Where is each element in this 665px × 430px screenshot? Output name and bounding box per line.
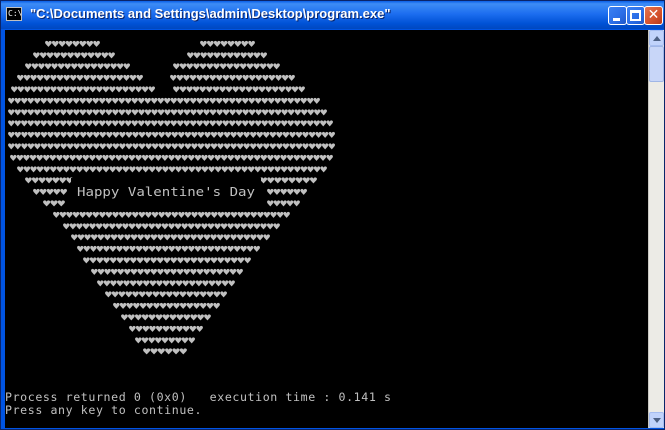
heart-row: ♥♥♥♥♥♥♥♥♥♥♥♥♥♥♥♥♥♥♥♥♥♥♥♥♥♥♥♥♥♥♥♥♥♥♥♥♥♥♥♥… <box>17 165 327 176</box>
heart-row: ♥♥♥♥♥♥♥♥♥♥♥♥♥♥♥♥♥♥ <box>105 290 227 301</box>
heart-row: ♥♥♥♥♥♥♥♥♥♥♥♥♥♥♥♥♥♥♥♥♥♥♥♥♥♥♥♥♥♥♥♥♥♥♥♥♥♥♥♥… <box>8 131 335 142</box>
heart-row: ♥♥♥♥♥♥♥♥♥♥♥♥♥♥♥♥♥♥♥♥♥♥♥♥♥♥♥♥♥♥♥♥♥♥♥♥♥♥♥♥… <box>8 119 333 130</box>
heart-row: ♥♥♥♥♥♥♥ <box>25 176 73 187</box>
maximize-button[interactable] <box>626 6 645 25</box>
heart-row: ♥♥♥♥♥♥♥♥♥♥♥♥♥ <box>121 313 211 324</box>
close-button[interactable]: ✕ <box>644 6 663 25</box>
heart-row: ♥♥♥♥♥♥♥♥♥♥♥♥ <box>33 51 115 62</box>
heart-row: ♥♥♥♥♥♥♥♥♥♥♥♥♥♥♥♥ <box>173 62 280 73</box>
heart-row: ♥♥♥♥♥♥ <box>143 347 187 358</box>
heart-row: ♥♥♥♥♥♥♥♥♥♥♥♥♥♥♥♥♥♥♥♥♥♥♥♥♥♥♥♥♥♥♥♥♥♥♥♥♥♥♥♥… <box>8 142 335 153</box>
console-output-area[interactable]: ♥♥♥♥♥♥♥♥ ♥♥♥♥♥♥♥♥ ♥♥♥♥♥♥♥♥♥♥♥♥ ♥♥♥♥♥♥♥♥♥♥♥♥… <box>5 30 648 428</box>
heart-row: ♥♥♥♥♥♥♥♥♥ <box>135 336 195 347</box>
heart-row: ♥♥♥♥♥♥♥♥♥♥♥♥♥♥♥♥♥♥♥ <box>170 74 295 85</box>
heart-row: ♥♥♥ <box>43 199 65 210</box>
heart-ascii-art: ♥♥♥♥♥♥♥♥ ♥♥♥♥♥♥♥♥♥♥♥♥♥♥♥♥♥♥♥♥ ♥♥♥♥♥♥♥♥♥♥♥♥… <box>8 39 335 358</box>
heart-row: ♥♥♥♥♥ <box>267 199 300 210</box>
heart-row: ♥♥♥♥♥♥ <box>267 188 307 199</box>
heart-row: ♥♥♥♥♥♥♥♥♥♥♥♥♥♥♥♥♥♥♥♥♥♥♥♥♥♥♥♥♥♥♥♥♥♥♥♥♥♥♥♥… <box>10 153 333 164</box>
scroll-thumb[interactable] <box>649 46 664 82</box>
minimize-button[interactable] <box>608 6 627 25</box>
minimize-icon <box>613 18 620 21</box>
scroll-up-arrow-icon <box>653 36 661 41</box>
title-bar[interactable]: C:\ "C:\Documents and Settings\admin\Des… <box>1 1 664 29</box>
heart-row: ♥♥♥♥♥♥♥♥ <box>200 39 255 50</box>
process-returned-line: Process returned 0 (0x0) execution time … <box>5 390 392 404</box>
heart-row: ♥♥♥♥♥♥♥♥♥♥♥♥♥♥♥♥ <box>113 302 220 313</box>
heart-row: ♥♥♥♥♥♥♥♥♥♥♥♥♥♥♥♥♥♥♥♥♥♥♥♥♥♥♥♥ <box>77 245 260 256</box>
heart-row: ♥♥♥♥♥♥♥♥♥♥♥♥♥♥♥♥♥♥♥♥♥♥♥♥♥♥♥♥♥♥ <box>71 233 270 244</box>
heart-row: ♥♥♥♥♥♥♥♥♥♥♥ <box>129 324 203 335</box>
heart-row: ♥♥♥♥♥♥♥♥♥♥♥♥♥♥♥♥♥♥♥♥♥♥♥♥♥♥♥♥♥♥♥♥♥♥♥♥♥♥♥♥… <box>8 108 327 119</box>
heart-row: ♥♥♥♥♥♥♥♥♥♥♥♥♥♥♥♥♥♥♥ <box>17 74 143 85</box>
heart-row: ♥♥♥♥♥♥♥♥ <box>260 176 317 187</box>
console-app-icon[interactable]: C:\ <box>6 7 22 21</box>
heart-row: ♥♥♥♥♥♥♥♥♥♥♥♥♥♥♥♥♥♥♥♥♥♥ <box>11 85 155 96</box>
heart-row: ♥♥♥♥♥♥♥♥♥♥♥♥♥♥♥♥♥♥♥♥♥♥♥♥♥♥♥♥♥♥♥♥♥♥♥♥ <box>53 210 290 221</box>
vertical-scrollbar[interactable] <box>648 30 664 428</box>
heart-row: ♥♥♥♥♥♥♥♥♥♥♥♥♥♥♥♥♥♥♥♥♥♥♥ <box>91 267 243 278</box>
maximize-icon <box>630 10 641 21</box>
heart-row: ♥♥♥♥♥♥♥♥♥♥♥♥♥♥♥♥♥♥♥♥♥♥♥♥♥ <box>83 256 251 267</box>
heart-row: ♥♥♥♥♥ <box>33 188 67 199</box>
heart-row: ♥♥♥♥♥♥♥♥♥♥♥♥ <box>187 51 267 62</box>
heart-row: ♥♥♥♥♥♥♥♥♥♥♥♥♥♥♥♥♥♥♥♥♥♥♥♥♥♥♥♥♥♥♥♥♥♥♥♥♥♥♥♥… <box>8 96 320 107</box>
scroll-up-button[interactable] <box>649 30 664 46</box>
heart-row: ♥♥♥♥♥♥♥♥♥♥♥♥♥♥♥♥ <box>25 62 130 73</box>
console-window: C:\ "C:\Documents and Settings\admin\Des… <box>0 0 665 430</box>
heart-row: ♥♥♥♥♥♥♥♥♥♥♥♥♥♥♥♥♥♥♥♥♥ <box>97 279 235 290</box>
valentine-message: Happy Valentine's Day <box>77 185 255 199</box>
window-title: "C:\Documents and Settings\admin\Desktop… <box>30 6 391 21</box>
press-any-key-line: Press any key to continue. <box>5 403 203 417</box>
heart-row: ♥♥♥♥♥♥♥♥♥♥♥♥♥♥♥♥♥♥♥♥♥♥♥♥♥♥♥♥♥♥♥♥♥ <box>63 222 280 233</box>
scroll-down-arrow-icon <box>653 418 661 423</box>
heart-row: ♥♥♥♥♥♥♥♥♥♥♥♥♥♥♥♥♥♥♥♥ <box>173 85 305 96</box>
heart-row: ♥♥♥♥♥♥♥♥ <box>45 39 100 50</box>
close-icon: ✕ <box>647 7 660 23</box>
scroll-down-button[interactable] <box>649 412 664 428</box>
